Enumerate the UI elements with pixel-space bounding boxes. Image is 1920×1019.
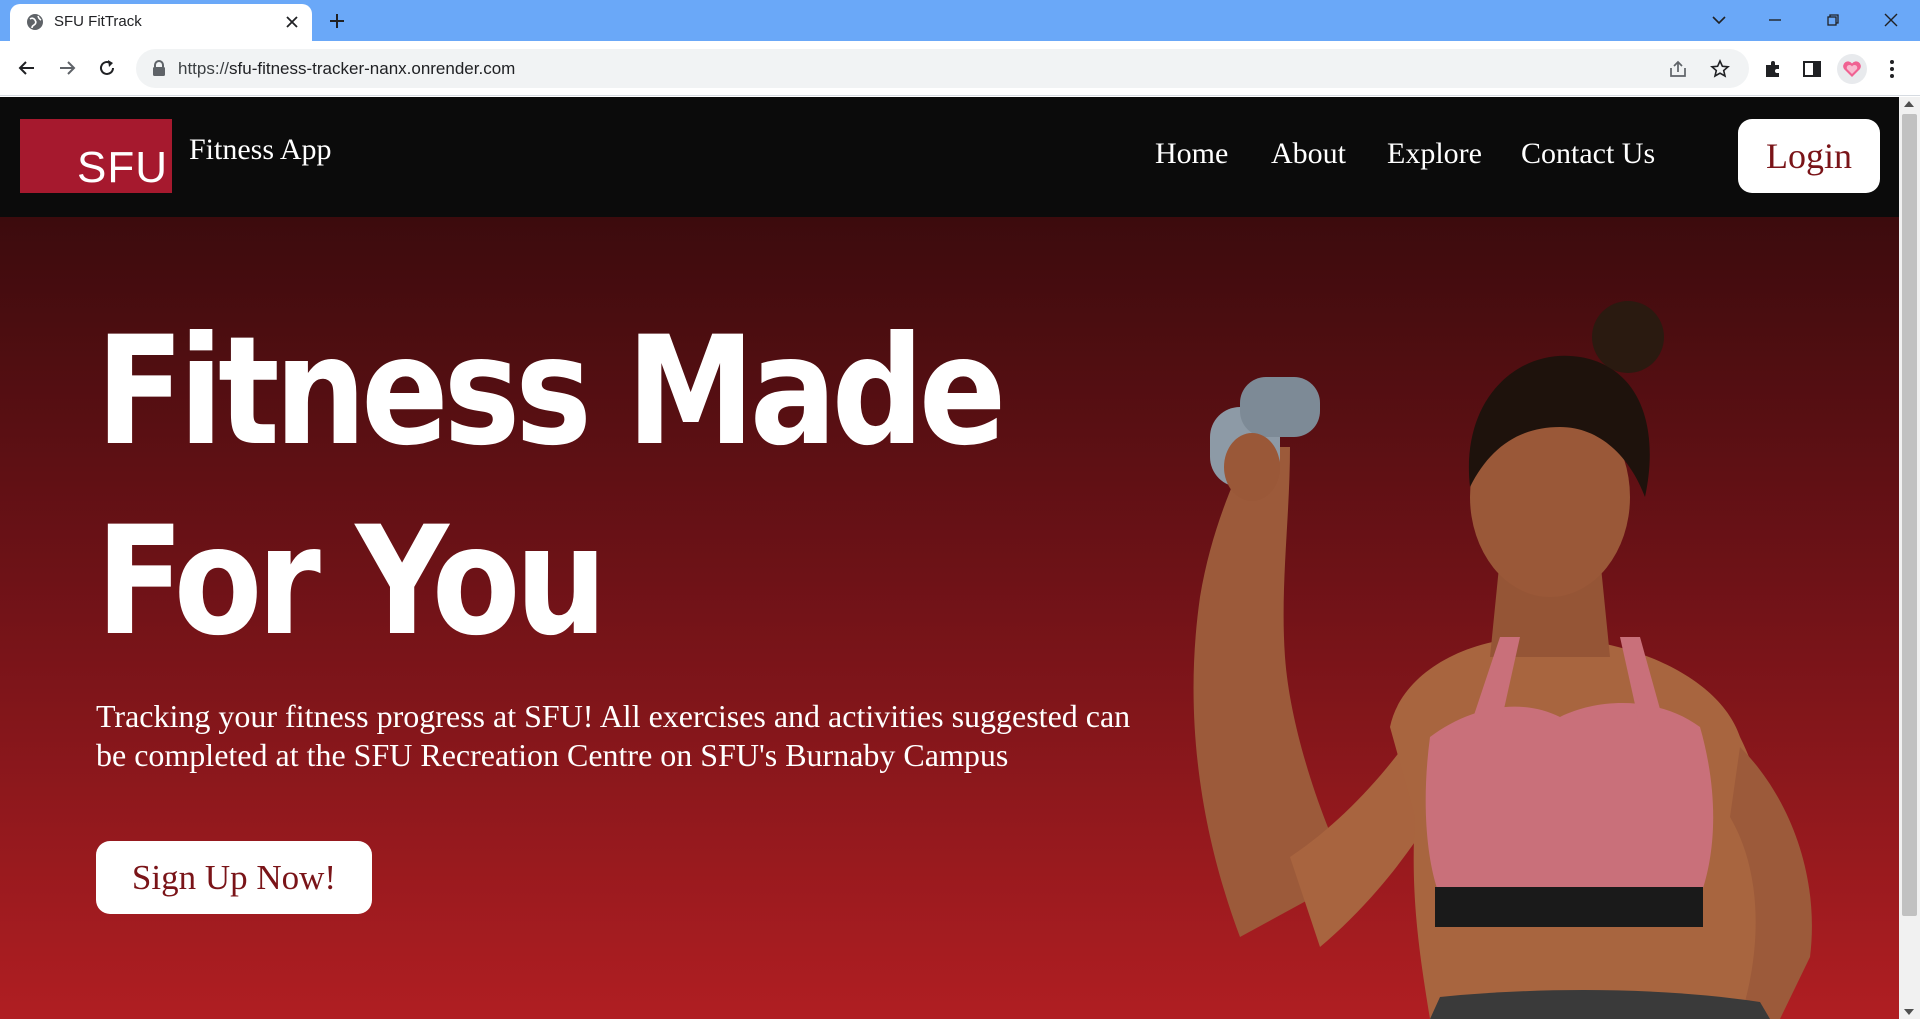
minimize-icon[interactable] [1760,6,1790,34]
profile-avatar[interactable] [1837,54,1867,84]
scroll-down-icon[interactable] [1904,1009,1914,1015]
reload-icon[interactable] [91,52,123,84]
back-icon[interactable] [11,52,43,84]
close-icon[interactable] [282,12,302,32]
scroll-thumb[interactable] [1902,114,1917,916]
url-host: sfu-fitness-tracker-nanx.onrender.com [229,59,516,78]
scroll-up-icon[interactable] [1904,101,1914,107]
nav-explore[interactable]: Explore [1387,137,1482,171]
browser-tab[interactable]: SFU FitTrack [10,4,312,41]
url-scheme: https:// [178,59,230,78]
hero-headline-line2: For You [96,495,607,669]
forward-icon[interactable] [51,52,83,84]
browser-toolbar: https://sfu-fitness-tracker-nanx.onrende… [0,41,1920,96]
menu-icon[interactable] [1877,54,1907,84]
hero-subtitle: Tracking your fitness progress at SFU! A… [96,698,1131,773]
restore-icon[interactable] [1818,6,1848,34]
hero-section: Fitness Made For You Tracking your fitne… [0,217,1899,1019]
lock-icon[interactable] [152,60,168,77]
plus-icon[interactable] [325,9,349,33]
share-icon[interactable] [1666,57,1690,81]
side-panel-icon[interactable] [1797,54,1827,84]
web-page: SFU Fitness App Home About Explore Conta… [0,97,1899,1019]
nav-about[interactable]: About [1271,137,1346,171]
close-window-icon[interactable] [1876,6,1906,34]
site-navbar: SFU Fitness App Home About Explore Conta… [0,97,1899,217]
nav-contact-us[interactable]: Contact Us [1521,137,1655,171]
url-text[interactable]: https://sfu-fitness-tracker-nanx.onrende… [178,59,515,79]
tab-title: SFU FitTrack [54,13,142,30]
extensions-icon[interactable] [1758,54,1788,84]
hero-headline-line1: Fitness Made [96,305,1006,479]
page-scrollbar[interactable] [1899,97,1920,1019]
address-bar[interactable]: https://sfu-fitness-tracker-nanx.onrende… [136,49,1749,88]
globe-icon [26,13,44,31]
logo-text: SFU [77,143,168,192]
tab-strip: SFU FitTrack [0,0,1920,41]
star-icon[interactable] [1708,57,1732,81]
sign-up-button[interactable]: Sign Up Now! [96,841,372,914]
app-name: Fitness App [189,133,332,166]
chevron-down-icon[interactable] [1704,6,1734,34]
athlete-photo [1193,301,1812,1019]
sfu-logo[interactable]: SFU [20,119,172,193]
nav-home[interactable]: Home [1155,137,1228,171]
login-button[interactable]: Login [1738,119,1880,193]
